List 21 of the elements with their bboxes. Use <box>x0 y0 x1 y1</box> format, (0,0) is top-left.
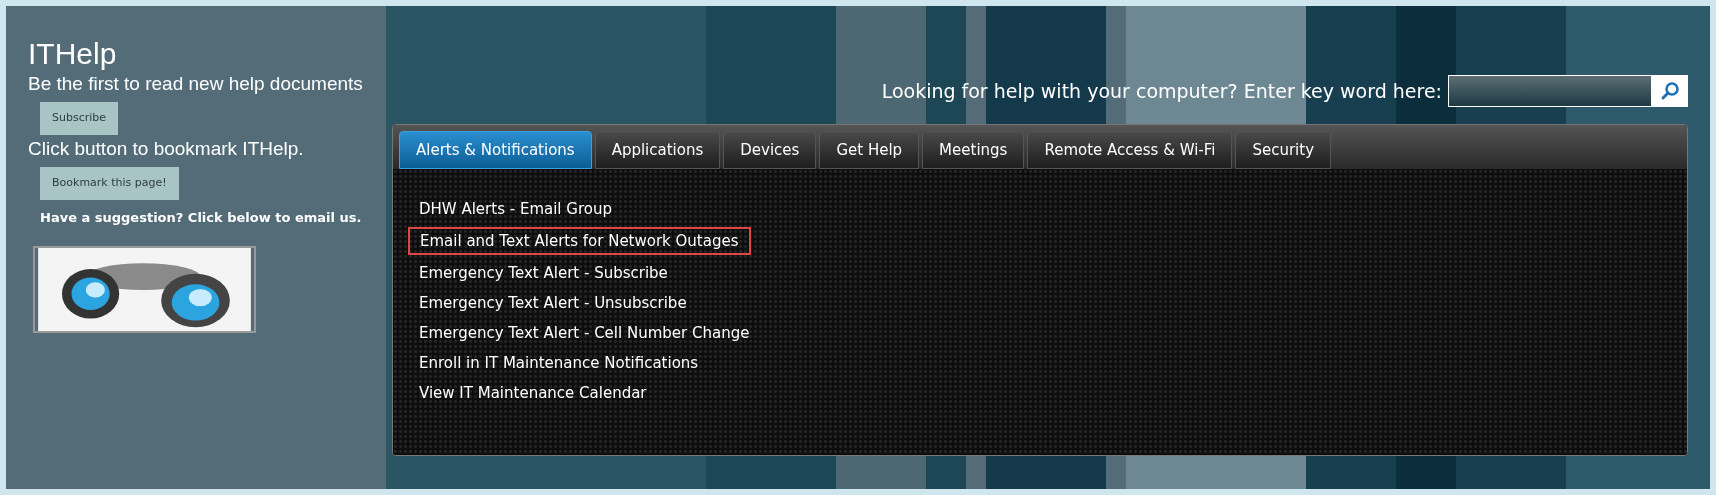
tab[interactable]: Remote Access & Wi-Fi <box>1027 131 1233 169</box>
subscribe-text: Be the first to read new help documents <box>28 72 364 96</box>
tab[interactable]: Get Help <box>819 131 920 169</box>
tab[interactable]: Applications <box>594 131 721 169</box>
bookmark-text: Click button to bookmark ITHelp. <box>28 137 305 161</box>
subscribe-button[interactable]: Subscribe <box>40 102 119 135</box>
tab[interactable]: Alerts & Notifications <box>399 131 592 169</box>
link[interactable]: View IT Maintenance Calendar <box>419 381 647 405</box>
link[interactable]: Emergency Text Alert - Cell Number Change <box>419 321 750 345</box>
suggestion-text: Have a suggestion? Click below to email us. <box>40 209 363 227</box>
tab[interactable]: Security <box>1235 131 1332 169</box>
bookmark-button[interactable]: Bookmark this page! <box>40 167 179 200</box>
link[interactable]: Email and Text Alerts for Network Outages <box>408 227 751 255</box>
search-label: Looking for help with your computer? Enter key word here: <box>881 78 1442 104</box>
link[interactable]: DHW Alerts - Email Group <box>419 197 612 221</box>
tab[interactable]: Devices <box>723 131 817 169</box>
link[interactable]: Emergency Text Alert - Subscribe <box>419 261 668 285</box>
site-title: ITHelp <box>28 36 118 72</box>
tab[interactable]: Meetings <box>922 131 1025 169</box>
link[interactable]: Emergency Text Alert - Unsubscribe <box>419 291 687 315</box>
link[interactable]: Enroll in IT Maintenance Notifications <box>419 351 699 375</box>
